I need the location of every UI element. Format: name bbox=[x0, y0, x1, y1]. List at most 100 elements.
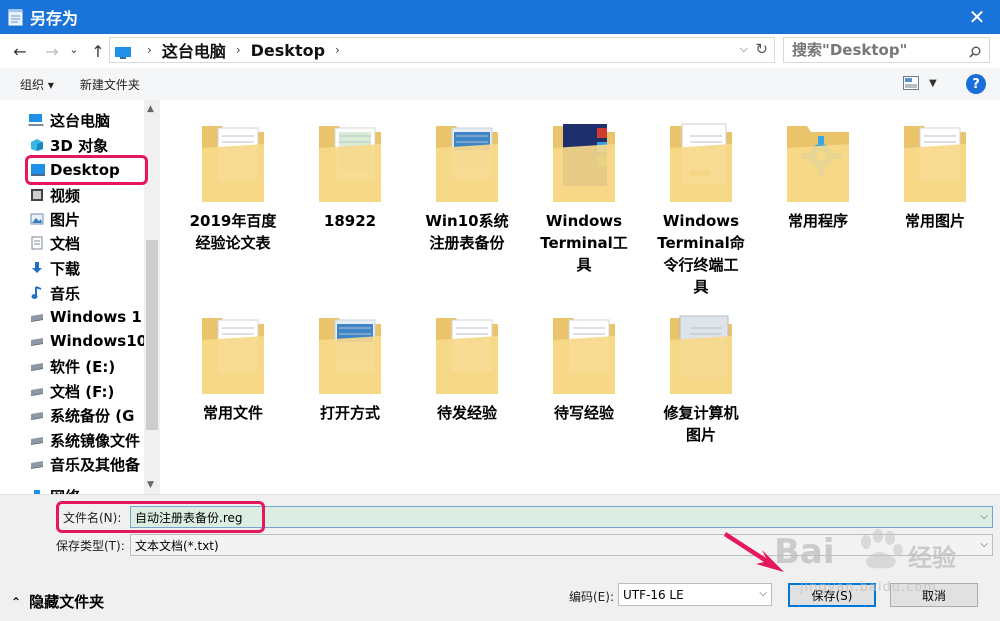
sidebar-item-label: 音乐及其他备 bbox=[50, 455, 141, 474]
drive-icon bbox=[30, 457, 44, 471]
sidebar-item-label: 这台电脑 bbox=[50, 111, 111, 130]
folder-item[interactable]: 18922 bbox=[295, 118, 405, 232]
breadcrumb-this-pc[interactable]: 这台电脑 bbox=[162, 38, 226, 62]
folder-label: 待发经验 bbox=[411, 402, 523, 424]
view-icon bbox=[903, 76, 919, 90]
folder-label-line: 打开方式 bbox=[319, 404, 380, 422]
back-button[interactable]: ← bbox=[8, 39, 32, 63]
folder-label: Win10系统 注册表备份 bbox=[411, 210, 523, 254]
sidebar-item[interactable]: 系统备份 (G bbox=[30, 403, 134, 427]
file-list: 2019年百度 经验论文表 18922 Win10系统 注册表备份 Windows Term… bbox=[160, 100, 1000, 494]
search-icon[interactable] bbox=[969, 43, 981, 58]
sidebar-item[interactable]: Windows10 bbox=[30, 329, 147, 353]
refresh-icon[interactable]: ↻ bbox=[755, 40, 768, 58]
sidebar-item[interactable]: 3D 对象 bbox=[30, 133, 108, 157]
folder-item[interactable]: 常用程序 bbox=[763, 118, 873, 232]
highlight-filename bbox=[56, 501, 265, 533]
drive-icon bbox=[30, 408, 44, 422]
folder-item[interactable]: 待写经验 bbox=[529, 310, 639, 424]
view-options-button[interactable]: ▼ bbox=[903, 76, 937, 90]
chevron-down-icon: ▼ bbox=[929, 77, 937, 89]
folder-label: 待写经验 bbox=[528, 402, 640, 424]
sidebar-item-label: 音乐 bbox=[50, 284, 81, 303]
encoding-select[interactable]: UTF-16 LE ⌵ bbox=[618, 583, 772, 606]
music-icon bbox=[30, 286, 44, 300]
sidebar-item[interactable]: 系统镜像文件 bbox=[30, 428, 140, 452]
up-button[interactable]: ↑ bbox=[86, 39, 110, 63]
recent-locations-button[interactable]: ⌄ bbox=[62, 37, 86, 61]
folder-icon bbox=[198, 310, 268, 396]
cube-icon bbox=[30, 138, 44, 152]
folder-label: 常用文件 bbox=[177, 402, 289, 424]
folder-label: Windows Terminal命 令行终端工具 bbox=[645, 210, 757, 298]
sidebar-item[interactable]: 音乐 bbox=[30, 281, 80, 305]
chevron-up-icon: ⌃ bbox=[11, 594, 22, 609]
organize-menu[interactable]: 组织 ▾ bbox=[20, 76, 54, 93]
chevron-right-icon[interactable]: › bbox=[236, 43, 241, 57]
title-bar: 另存为 ✕ bbox=[0, 0, 1000, 34]
scroll-down-icon[interactable]: ▼ bbox=[147, 480, 154, 490]
folder-icon bbox=[666, 310, 736, 396]
chevron-down-icon[interactable]: ⌵ bbox=[980, 511, 988, 522]
search-input[interactable] bbox=[792, 41, 962, 59]
folder-label-line: Win10系统 bbox=[425, 212, 509, 230]
folder-icon bbox=[315, 118, 385, 204]
help-button[interactable]: ? bbox=[966, 74, 986, 94]
folder-label-line: 具 bbox=[576, 256, 592, 274]
folder-item[interactable]: 常用图片 bbox=[880, 118, 990, 232]
filetype-select[interactable]: 文本文档(*.txt) ⌵ bbox=[130, 534, 993, 556]
arrow-annotation-icon bbox=[724, 532, 784, 572]
computer-icon bbox=[115, 44, 131, 59]
folder-item[interactable]: Win10系统 注册表备份 bbox=[412, 118, 522, 254]
folder-item[interactable]: 待发经验 bbox=[412, 310, 522, 424]
chevron-down-icon[interactable]: ⌵ bbox=[759, 588, 767, 599]
sidebar-item[interactable]: 视频 bbox=[30, 183, 80, 207]
sidebar-item-label: Windows10 bbox=[50, 332, 148, 350]
folder-icon bbox=[198, 118, 268, 204]
filetype-value: 文本文档(*.txt) bbox=[135, 538, 219, 553]
address-bar[interactable]: › 这台电脑 › Desktop › ⌵ ↻ bbox=[109, 37, 775, 63]
folder-item[interactable]: 修复计算机 图片 bbox=[646, 310, 756, 446]
folder-item[interactable]: 常用文件 bbox=[178, 310, 288, 424]
folder-label-line: 图片 bbox=[685, 426, 716, 444]
close-button[interactable]: ✕ bbox=[954, 0, 1000, 34]
sidebar-item[interactable]: 软件 (E:) bbox=[30, 354, 115, 378]
folder-label-line: 待写经验 bbox=[553, 404, 614, 422]
cancel-button[interactable]: 取消 bbox=[890, 583, 978, 607]
scrollbar-thumb[interactable] bbox=[146, 240, 158, 430]
sidebar-item[interactable]: Windows 1 bbox=[30, 305, 142, 329]
folder-icon bbox=[432, 118, 502, 204]
folder-label-line: 2019年百度 bbox=[189, 212, 277, 230]
sidebar-item[interactable]: 文档 bbox=[30, 231, 80, 255]
sidebar-item-label: 系统镜像文件 bbox=[50, 431, 141, 450]
notepad-icon bbox=[8, 8, 24, 26]
folder-label-line: 常用程序 bbox=[787, 212, 848, 230]
chevron-right-icon[interactable]: › bbox=[335, 43, 340, 57]
encoding-value: UTF-16 LE bbox=[623, 587, 684, 602]
computer-icon bbox=[28, 113, 44, 127]
breadcrumb-desktop[interactable]: Desktop bbox=[251, 41, 325, 60]
folder-item[interactable]: Windows Terminal工具 bbox=[529, 118, 639, 276]
folder-label-line: 常用文件 bbox=[202, 404, 263, 422]
sidebar-item[interactable]: 音乐及其他备 bbox=[30, 452, 140, 476]
sidebar-item[interactable]: 下载 bbox=[30, 256, 80, 280]
sidebar-item-label: 图片 bbox=[50, 210, 81, 229]
folder-item[interactable]: Windows Terminal命 令行终端工具 bbox=[646, 118, 756, 298]
scroll-up-icon[interactable]: ▲ bbox=[147, 104, 154, 114]
chevron-down-icon[interactable]: ⌵ bbox=[980, 539, 988, 550]
folder-label: 常用程序 bbox=[762, 210, 874, 232]
folder-icon bbox=[900, 118, 970, 204]
folder-item[interactable]: 2019年百度 经验论文表 bbox=[178, 118, 288, 254]
sidebar-item[interactable]: 网络 bbox=[30, 484, 80, 494]
folder-item[interactable]: 打开方式 bbox=[295, 310, 405, 424]
forward-button[interactable]: → bbox=[40, 39, 64, 63]
folder-label-line: 注册表备份 bbox=[429, 234, 505, 252]
new-folder-button[interactable]: 新建文件夹 bbox=[80, 76, 140, 93]
sidebar-item[interactable]: 这台电脑 bbox=[28, 108, 110, 132]
sidebar-item[interactable]: 文档 (F:) bbox=[30, 379, 114, 403]
chevron-down-icon[interactable]: ⌵ bbox=[740, 42, 748, 56]
save-button[interactable]: 保存(S) bbox=[788, 583, 876, 607]
hide-folders-toggle[interactable]: ⌃ 隐藏文件夹 bbox=[11, 591, 104, 612]
sidebar-item[interactable]: 图片 bbox=[30, 207, 80, 231]
folder-label: Windows Terminal工具 bbox=[528, 210, 640, 276]
